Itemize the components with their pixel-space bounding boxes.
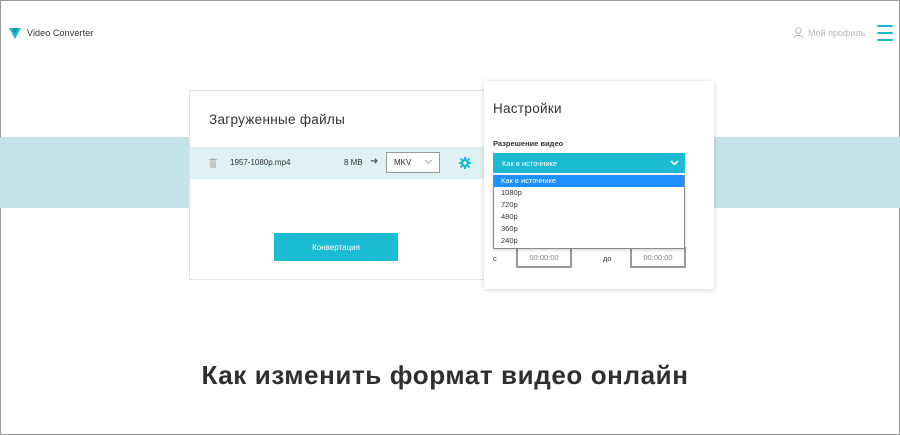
time-to-input[interactable]: 00:00:00 [630, 247, 686, 268]
format-value: MKV [394, 158, 412, 167]
resolution-option[interactable]: 480p [494, 211, 684, 223]
resolution-label: Разрешение видео [493, 139, 564, 148]
chevron-down-icon [670, 160, 679, 166]
user-icon [793, 27, 804, 39]
uploaded-files-card: Загруженные файлы 1957-1080p.mp4 8 MB ➜ … [189, 90, 492, 280]
file-row: 1957-1080p.mp4 8 MB ➜ MKV [190, 147, 492, 179]
gear-icon[interactable] [459, 157, 471, 169]
time-from-label: с [493, 254, 497, 263]
logo-icon [9, 28, 21, 39]
resolution-option[interactable]: 360p [494, 223, 684, 235]
chevron-down-icon [424, 159, 433, 165]
profile-label: Мой профиль [808, 28, 866, 38]
file-name: 1957-1080p.mp4 [230, 158, 291, 167]
resolution-option[interactable]: 720p [494, 199, 684, 211]
resolution-option[interactable]: 240p [494, 235, 684, 247]
resolution-option[interactable]: Как в источнике [494, 175, 684, 187]
settings-panel: Настройки Разрешение видео Как в источни… [484, 81, 714, 289]
files-title: Загруженные файлы [209, 112, 346, 127]
arrow-right-icon: ➜ [370, 156, 379, 167]
logo[interactable]: Video Converter [8, 26, 93, 40]
resolution-select[interactable]: Как в источнике [493, 153, 685, 173]
resolution-option[interactable]: 1080p [494, 187, 684, 199]
resolution-dropdown: Как в источнике 1080p 720p 480p 360p 240… [493, 175, 685, 249]
resolution-value: Как в источнике [502, 158, 558, 168]
brand-name: Video Converter [27, 28, 94, 38]
format-select[interactable]: MKV [386, 152, 440, 173]
page-headline: Как изменить формат видео онлайн [201, 360, 689, 390]
trash-icon[interactable] [209, 158, 217, 168]
settings-title: Настройки [493, 101, 562, 116]
menu-icon[interactable] [877, 25, 893, 41]
time-to-label: до [603, 254, 612, 263]
profile-link[interactable]: Мой профиль [793, 27, 865, 39]
time-from-input[interactable]: 00:00:00 [516, 247, 572, 268]
convert-button[interactable]: Конвертация [274, 233, 398, 261]
file-size: 8 MB [344, 158, 363, 167]
